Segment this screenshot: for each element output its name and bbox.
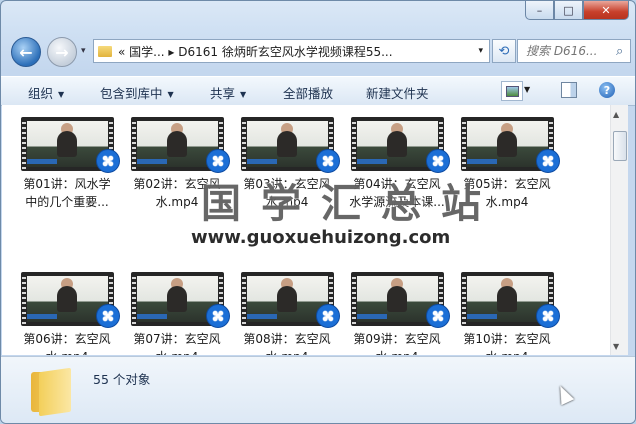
include-in-library-label: 包含到库中	[100, 86, 163, 101]
maximize-button[interactable]: □	[554, 1, 583, 20]
preview-pane-icon[interactable]	[561, 82, 577, 98]
chevron-down-icon: ▼	[240, 90, 247, 99]
file-name: 第08讲：玄空风水.mp4	[243, 332, 331, 355]
film-reel-icon	[536, 304, 560, 328]
recent-pages-dropdown-icon[interactable]: ▾	[81, 46, 86, 56]
navigation-bar: ← → ▾ « 国学... ▸ D6161 徐炳昕玄空风水学视频课程55... …	[9, 37, 631, 67]
explorer-window: – □ ✕ ← → ▾ « 国学... ▸ D6161 徐炳昕玄空风水学视频课程…	[0, 0, 636, 424]
caption-buttons: – □ ✕	[525, 1, 629, 21]
file-name: 第03讲：玄空风 水.mp4	[243, 177, 331, 209]
film-reel-icon	[96, 304, 120, 328]
help-icon[interactable]: ?	[599, 82, 615, 98]
film-reel-icon	[536, 149, 560, 173]
file-name: 第04讲：玄空风 水学源流及本课...	[349, 177, 445, 209]
film-reel-icon	[316, 149, 340, 173]
organize-menu[interactable]: 组织 ▼	[28, 83, 64, 102]
search-input[interactable]	[524, 43, 616, 59]
refresh-button[interactable]: ⟲	[492, 39, 516, 63]
minimize-button[interactable]: –	[525, 1, 554, 20]
new-folder-button[interactable]: 新建文件夹	[366, 83, 429, 102]
file-list: 第01讲：风水学 中的几个重要... 第02讲：玄空风 水.mp4 第03讲：玄空风 水.…	[2, 105, 610, 355]
film-reel-icon	[96, 149, 120, 173]
command-bar: 组织 ▼ 包含到库中 ▼ 共享 ▼ 全部播放 新建文件夹 ▼ ?	[1, 76, 635, 106]
chevron-down-icon: ▼	[167, 90, 174, 99]
film-reel-icon	[206, 149, 230, 173]
vertical-scrollbar[interactable]: ▲ ▼	[610, 105, 628, 355]
view-dropdown-icon[interactable]: ▼	[524, 85, 530, 94]
film-reel-icon	[426, 149, 450, 173]
share-menu[interactable]: 共享 ▼	[210, 83, 246, 102]
address-bar[interactable]: « 国学... ▸ D6161 徐炳昕玄空风水学视频课程55... ▾	[93, 39, 490, 63]
file-name: 第05讲：玄空风 水.mp4	[463, 177, 551, 209]
back-button[interactable]: ←	[11, 37, 41, 67]
play-all-button[interactable]: 全部播放	[283, 83, 333, 102]
film-reel-icon	[316, 304, 340, 328]
search-icon[interactable]: ⌕	[616, 44, 623, 59]
file-name: 第06讲：玄空风水.mp4	[23, 332, 111, 355]
scroll-up-icon[interactable]: ▲	[613, 110, 619, 119]
forward-button[interactable]: →	[47, 37, 77, 67]
search-box[interactable]: ⌕	[517, 39, 631, 63]
folder-icon	[31, 366, 73, 417]
chevron-down-icon: ▼	[58, 90, 65, 99]
file-name: 第02讲：玄空风 水.mp4	[133, 177, 221, 209]
file-name: 第07讲：玄空风水.mp4	[133, 332, 221, 355]
include-in-library-menu[interactable]: 包含到库中 ▼	[100, 83, 174, 102]
change-view-icon[interactable]	[501, 81, 523, 101]
film-reel-icon	[206, 304, 230, 328]
item-count: 55 个对象	[93, 372, 151, 387]
scroll-down-icon[interactable]: ▼	[613, 342, 619, 351]
file-name: 第09讲：玄空风水.mp4	[353, 332, 441, 355]
share-label: 共享	[210, 86, 236, 101]
film-reel-icon	[426, 304, 450, 328]
address-dropdown-icon[interactable]: ▾	[478, 46, 483, 56]
close-button[interactable]: ✕	[583, 1, 629, 20]
file-name: 第01讲：风水学 中的几个重要...	[23, 177, 111, 209]
address-path[interactable]: « 国学... ▸ D6161 徐炳昕玄空风水学视频课程55...	[118, 43, 393, 60]
organize-label: 组织	[28, 86, 54, 101]
details-pane: 55 个对象	[1, 356, 635, 423]
file-name: 第10讲：玄空风水.mp4	[463, 332, 551, 355]
folder-icon	[98, 45, 112, 57]
scroll-thumb[interactable]	[613, 131, 627, 161]
